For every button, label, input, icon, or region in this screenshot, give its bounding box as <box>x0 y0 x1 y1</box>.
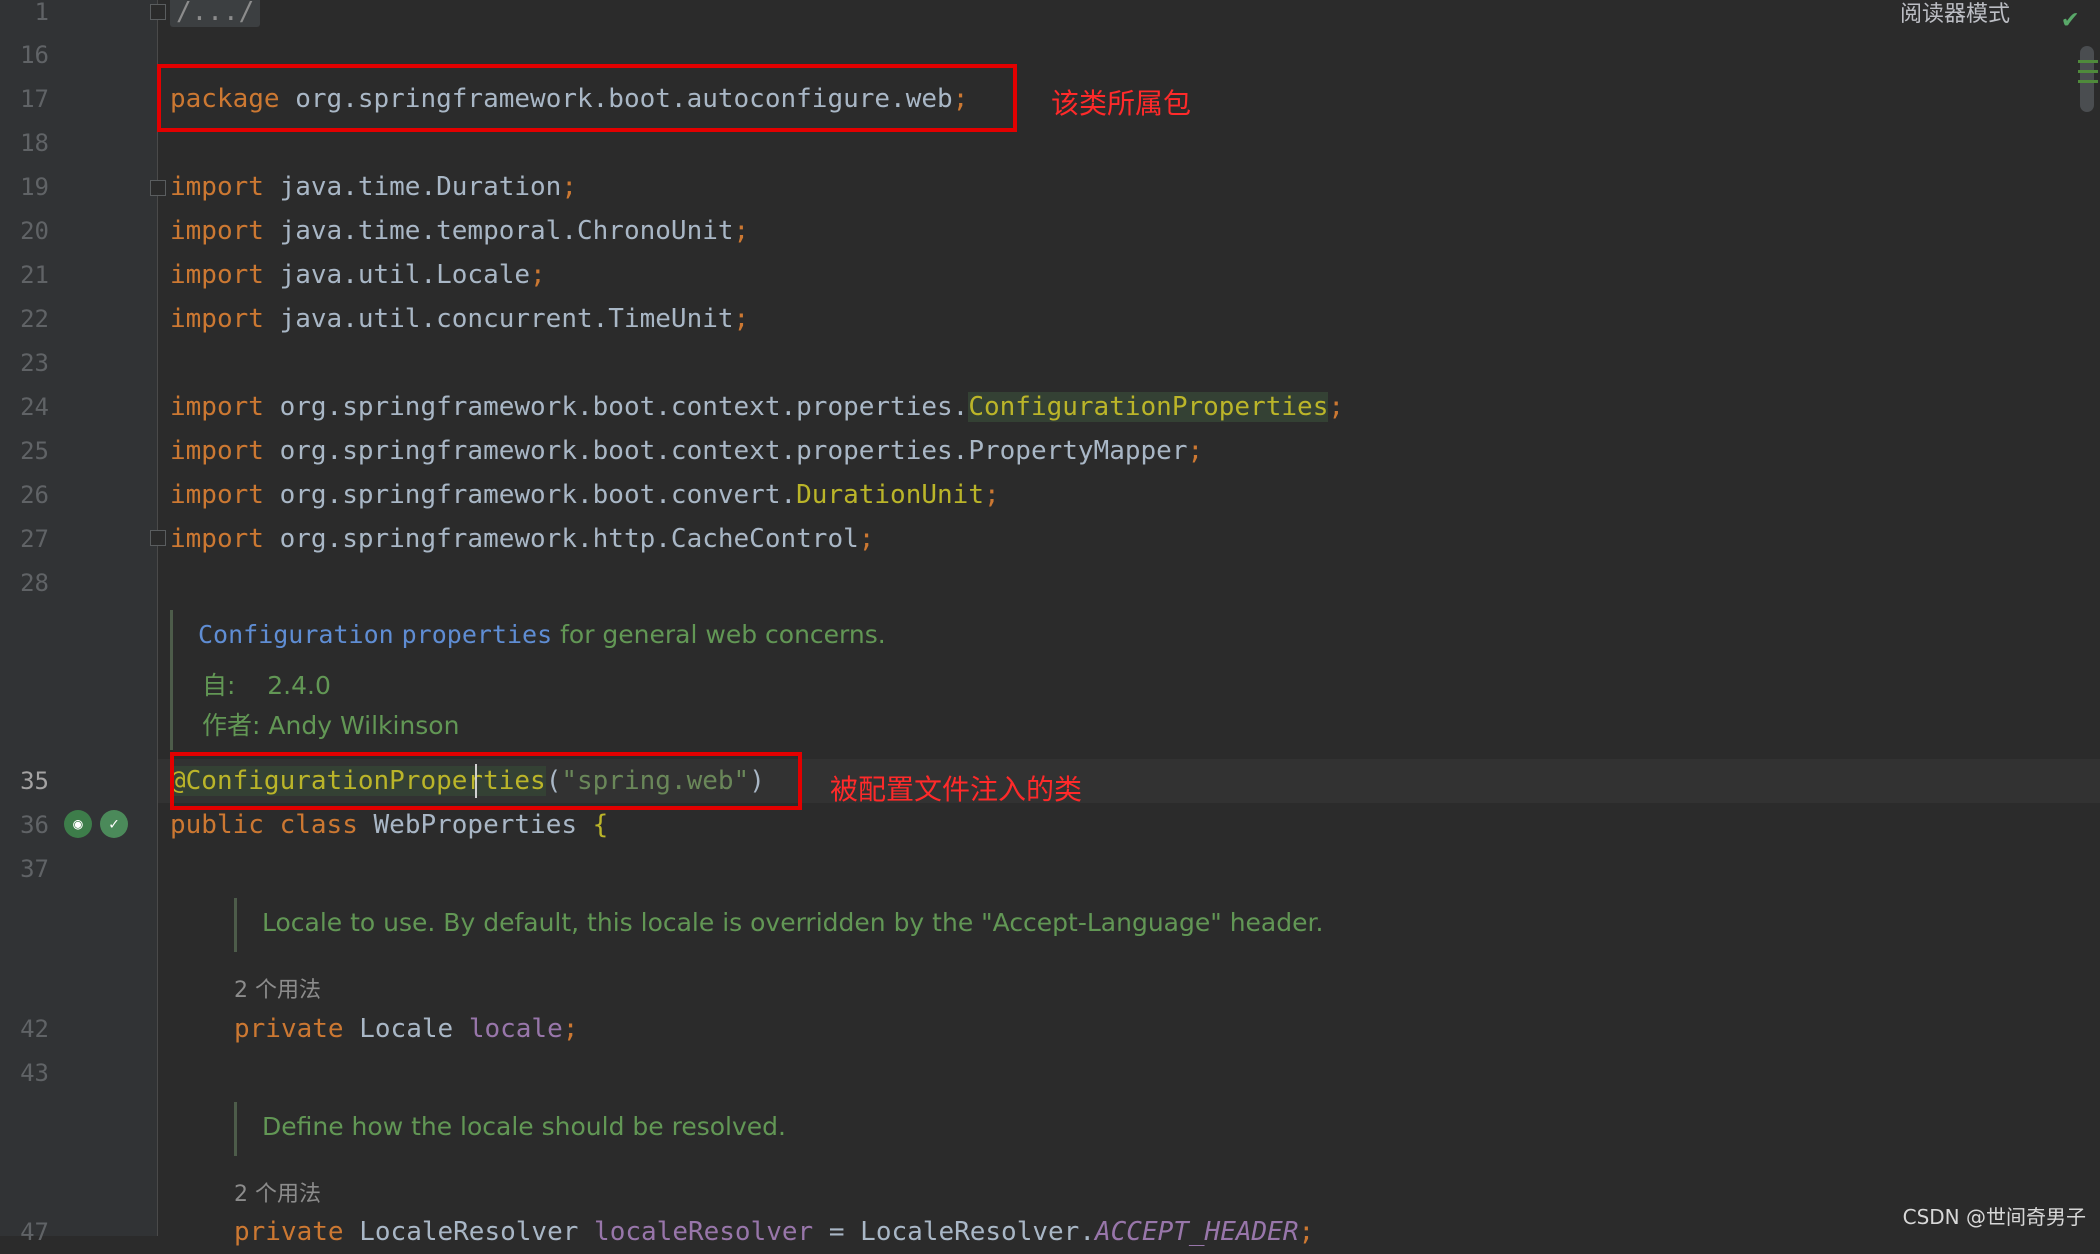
scroll-marker <box>2078 60 2098 63</box>
fold-collapse-icon[interactable] <box>150 530 166 546</box>
javadoc-author: 作者: Andy Wilkinson <box>202 711 460 740</box>
code-line[interactable]: /.../ <box>170 0 261 34</box>
line-number-gutter[interactable]: 1 16 17 18 19 20 21 22 23 24 25 26 27 28… <box>0 0 158 1246</box>
class-annotation-highlight-box <box>170 752 802 810</box>
watermark: CSDN @世间奇男子 <box>1902 1205 2086 1229</box>
package-note: 该类所属包 <box>1051 87 1192 120</box>
scroll-marker <box>2078 70 2098 73</box>
line-number: 18 <box>20 129 49 157</box>
line-number: 42 <box>20 1015 49 1043</box>
line-number: 20 <box>20 217 49 245</box>
code-line-import[interactable]: import org.springframework.boot.convert.… <box>170 473 1000 517</box>
line-number: 24 <box>20 393 49 421</box>
line-number: 36 <box>20 811 49 839</box>
class-javadoc-summary: Configuration properties for general web… <box>198 620 886 649</box>
fold-collapse-icon[interactable] <box>150 180 166 196</box>
line-number: 23 <box>20 349 49 377</box>
fold-expand-icon[interactable] <box>150 4 166 20</box>
code-line-import[interactable]: import java.time.Duration; <box>170 165 577 209</box>
line-number-current: 35 <box>20 767 49 795</box>
spring-bean-gutter-icon[interactable]: ✓ <box>100 810 128 838</box>
line-number: 22 <box>20 305 49 333</box>
usage-count-link[interactable]: 2 个用法 <box>234 1176 321 1208</box>
line-number: 19 <box>20 173 49 201</box>
javadoc-since: 自: 2.4.0 <box>202 671 331 700</box>
line-number: 43 <box>20 1059 49 1087</box>
field-javadoc-locale: Locale to use. By default, this locale i… <box>262 908 1324 937</box>
code-line-import[interactable]: import java.time.temporal.ChronoUnit; <box>170 209 749 253</box>
code-line-import[interactable]: import org.springframework.boot.context.… <box>170 385 1344 429</box>
line-number: 26 <box>20 481 49 509</box>
line-number: 37 <box>20 855 49 883</box>
code-line-field-resolver[interactable]: private LocaleResolver localeResolver = … <box>234 1210 1314 1254</box>
code-line-field-locale[interactable]: private Locale locale; <box>234 1007 578 1051</box>
line-number: 17 <box>20 85 49 113</box>
usage-count-link[interactable]: 2 个用法 <box>234 972 321 1004</box>
field-javadoc-resolver: Define how the locale should be resolved… <box>262 1112 786 1141</box>
package-highlight-box <box>157 64 1017 132</box>
vertical-scrollbar[interactable] <box>2080 46 2094 112</box>
reader-mode-toggle[interactable]: 阅读器模式 <box>1900 0 2010 30</box>
run-config-gutter-icon[interactable]: ◉ <box>64 810 92 838</box>
line-number: 16 <box>20 41 49 69</box>
collapsed-region[interactable]: /.../ <box>170 0 261 27</box>
code-line-import[interactable]: import java.util.Locale; <box>170 253 546 297</box>
line-number: 28 <box>20 569 49 597</box>
line-number: 27 <box>20 525 49 553</box>
line-number: 1 <box>34 0 49 26</box>
code-line-import[interactable]: import org.springframework.boot.context.… <box>170 429 1203 473</box>
javadoc-bar <box>234 1102 237 1156</box>
javadoc-bar <box>234 898 237 952</box>
line-number: 47 <box>20 1218 49 1246</box>
line-number: 25 <box>20 437 49 465</box>
inspection-ok-icon[interactable]: ✔ <box>2062 4 2078 34</box>
code-line-import[interactable]: import java.util.concurrent.TimeUnit; <box>170 297 749 341</box>
line-number: 21 <box>20 261 49 289</box>
code-line-import[interactable]: import org.springframework.http.CacheCon… <box>170 517 874 561</box>
javadoc-bar <box>170 610 173 750</box>
scroll-marker <box>2078 80 2098 83</box>
class-note: 被配置文件注入的类 <box>830 773 1083 806</box>
